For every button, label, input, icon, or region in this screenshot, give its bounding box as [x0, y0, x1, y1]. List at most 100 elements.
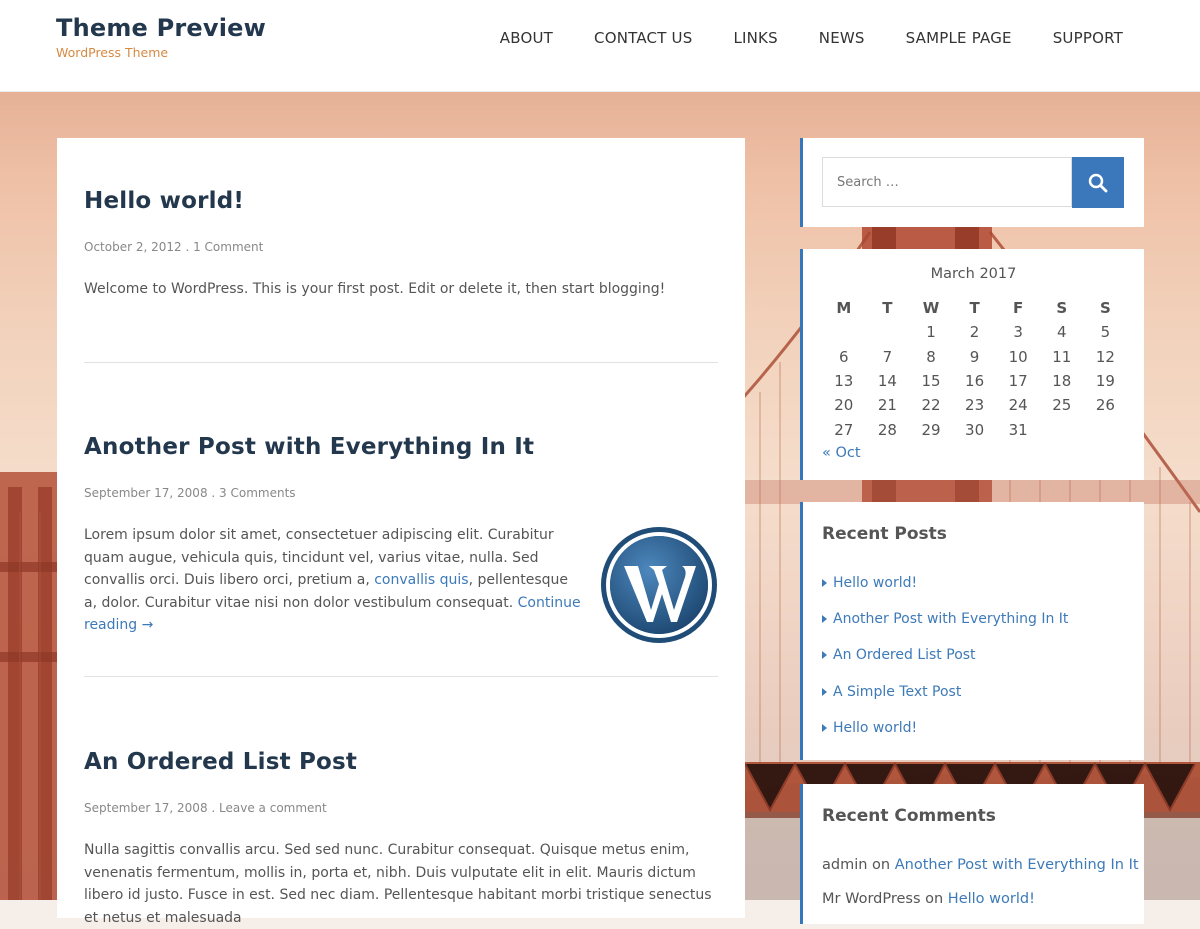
post-everything: Another Post with Everything In It Septe… [84, 434, 718, 643]
weekday-fri: F [1013, 299, 1024, 318]
post-comments-link[interactable]: 1 Comment [193, 240, 263, 254]
calendar-day: 25 [1052, 396, 1072, 415]
post-title[interactable]: Hello world! [84, 188, 718, 214]
calendar-day [1084, 417, 1128, 441]
nav-item-about[interactable]: ABOUT [500, 29, 553, 47]
calendar-day: 26 [1095, 396, 1115, 415]
recent-post-label: Hello world! [833, 575, 918, 591]
comment-on-label: on [872, 857, 891, 873]
nav-item-news[interactable]: NEWS [819, 29, 865, 47]
calendar-day: 29 [921, 420, 941, 439]
calendar-widget: March 2017 M T W T F S S 1 2 3 4 5 6 7 8… [800, 249, 1144, 480]
calendar-day [822, 320, 866, 344]
calendar-week: 6 7 8 9 10 11 12 [822, 345, 1127, 369]
calendar-day: 24 [1008, 396, 1028, 415]
recent-post-label: A Simple Text Post [833, 684, 962, 700]
meta-separator: . [207, 486, 220, 500]
nav-item-contact-us[interactable]: CONTACT US [594, 29, 692, 47]
recent-post-link[interactable]: Hello world! [822, 575, 917, 591]
recent-post-link[interactable]: Hello world! [822, 720, 917, 736]
post-divider [84, 362, 718, 363]
search-input[interactable] [822, 157, 1072, 207]
nav-item-support[interactable]: SUPPORT [1053, 29, 1123, 47]
calendar-prev-month-link[interactable]: « Oct [822, 445, 861, 461]
calendar-day: 3 [1013, 323, 1023, 342]
post-comments-link[interactable]: 3 Comments [219, 486, 296, 500]
calendar-table: M T W T F S S 1 2 3 4 5 6 7 8 9 10 11 12… [822, 296, 1127, 442]
weekday-sun: S [1099, 299, 1111, 318]
post-date[interactable]: September 17, 2008 [84, 801, 208, 815]
post-divider [84, 676, 718, 677]
calendar-week: 27 28 29 30 31 [822, 417, 1127, 441]
calendar-day: 11 [1052, 347, 1072, 366]
calendar-day: 7 [882, 347, 893, 366]
post-date[interactable]: October 2, 2012 [84, 240, 182, 254]
post-title[interactable]: Another Post with Everything In It [84, 434, 718, 460]
calendar-day: 2 [969, 323, 980, 342]
search-widget [800, 138, 1144, 227]
caret-right-icon [822, 651, 827, 659]
calendar-day: 18 [1052, 372, 1072, 391]
post-meta: October 2, 2012 . 1 Comment [84, 240, 718, 254]
comment-post-link[interactable]: Hello world! [948, 891, 1035, 907]
caret-right-icon [822, 724, 827, 732]
comment-on-label: on [925, 891, 944, 907]
recent-post-link[interactable]: Another Post with Everything In It [822, 611, 1068, 627]
calendar-day: 16 [965, 372, 985, 391]
post-comments-link[interactable]: Leave a comment [219, 801, 327, 815]
calendar-day: 30 [965, 420, 985, 439]
weekday-thu: T [969, 299, 980, 318]
calendar-day: 9 [969, 347, 980, 366]
meta-separator: . [181, 240, 194, 254]
nav-item-sample-page[interactable]: SAMPLE PAGE [906, 29, 1012, 47]
widget-title: Recent Comments [822, 806, 996, 826]
calendar-day [866, 320, 910, 344]
weekday-tue: T [882, 299, 893, 318]
widget-title: Recent Posts [822, 524, 947, 544]
calendar-day: 8 [926, 347, 936, 366]
wordpress-logo-icon[interactable] [600, 526, 718, 644]
calendar-week: 1 2 3 4 5 [822, 320, 1127, 344]
recent-post-label: Hello world! [833, 720, 918, 736]
calendar-day: 4 [1056, 323, 1067, 342]
comment-author: Mr WordPress [822, 891, 921, 907]
post-hello-world: Hello world! October 2, 2012 . 1 Comment… [84, 188, 718, 301]
calendar-week: 20 21 22 23 24 25 26 [822, 393, 1127, 417]
caret-right-icon [822, 579, 827, 587]
search-button[interactable] [1072, 157, 1124, 208]
post-meta: September 17, 2008 . 3 Comments [84, 486, 718, 500]
post-title[interactable]: An Ordered List Post [84, 749, 718, 775]
calendar-day: 31 [1008, 420, 1028, 439]
caret-right-icon [822, 688, 827, 696]
calendar-weekdays: M T W T F S S [822, 296, 1127, 320]
post-excerpt: Welcome to WordPress. This is your first… [84, 281, 666, 297]
caret-right-icon [822, 615, 827, 623]
calendar-day: 12 [1095, 347, 1115, 366]
main-navigation: ABOUT CONTACT US LINKS NEWS SAMPLE PAGE … [500, 29, 1123, 47]
recent-post-link[interactable]: A Simple Text Post [822, 684, 961, 700]
calendar-day: 14 [877, 372, 897, 391]
search-icon [1088, 173, 1108, 192]
recent-post-link[interactable]: An Ordered List Post [822, 647, 976, 663]
nav-item-links[interactable]: LINKS [733, 29, 777, 47]
comment-author: admin [822, 857, 868, 873]
site-description: WordPress Theme [56, 45, 169, 60]
post-date[interactable]: September 17, 2008 [84, 486, 208, 500]
site-title[interactable]: Theme Preview [56, 14, 266, 42]
recent-post-label: An Ordered List Post [833, 647, 976, 663]
recent-posts-widget: Recent Posts Hello world! Another Post w… [800, 502, 1144, 760]
recent-comment: Mr WordPress on Hello world! [822, 891, 1035, 907]
calendar-day [1040, 417, 1084, 441]
recent-post-label: Another Post with Everything In It [833, 611, 1069, 627]
comment-post-link[interactable]: Another Post with Everything In It [895, 857, 1139, 873]
calendar-day: 21 [877, 396, 897, 415]
post-excerpt: Nulla sagittis convallis arcu. Sed sed n… [84, 842, 712, 926]
weekday-mon: M [836, 299, 852, 318]
calendar-day: 28 [877, 420, 897, 439]
post-meta: September 17, 2008 . Leave a comment [84, 801, 718, 815]
inline-link[interactable]: convallis quis [374, 572, 468, 588]
site-header: Theme Preview WordPress Theme ABOUT CONT… [0, 0, 1200, 92]
calendar-day: 13 [834, 372, 854, 391]
calendar-caption: March 2017 [930, 266, 1017, 282]
post-excerpt: Lorem ipsum dolor sit amet, consectetuer… [84, 524, 582, 637]
